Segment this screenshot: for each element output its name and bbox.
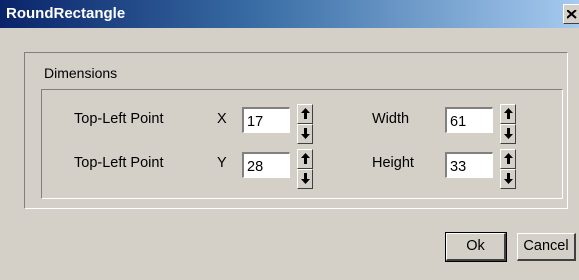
y-label: Y: [217, 155, 227, 171]
height-spin-down-button[interactable]: [500, 169, 516, 189]
close-button[interactable]: [563, 4, 579, 24]
y-spin-down-button[interactable]: [297, 169, 313, 189]
width-input[interactable]: [445, 107, 493, 133]
x-label: X: [217, 111, 227, 127]
arrow-down-icon: [504, 173, 513, 184]
dimensions-label: Dimensions: [44, 65, 118, 81]
x-spin-down-button[interactable]: [297, 124, 313, 144]
width-spin-up-button[interactable]: [500, 104, 516, 124]
arrow-up-icon: [301, 108, 310, 119]
width-spin-down-button[interactable]: [500, 124, 516, 144]
x-spin-up-button[interactable]: [297, 104, 313, 124]
arrow-down-icon: [301, 128, 310, 139]
y-spin-up-button[interactable]: [297, 149, 313, 169]
arrow-up-icon: [504, 153, 513, 164]
title-bar[interactable]: RoundRectangle: [0, 0, 579, 28]
ok-button[interactable]: Ok: [445, 232, 507, 262]
close-icon: [567, 10, 577, 19]
y-input[interactable]: [242, 152, 290, 178]
width-label: Width: [372, 111, 410, 127]
top-left-point-label-y: Top-Left Point: [74, 155, 164, 171]
height-spin-up-button[interactable]: [500, 149, 516, 169]
dialog-window: RoundRectangle Dimensions Top-Left Point…: [0, 0, 579, 280]
arrow-down-icon: [504, 128, 513, 139]
arrow-down-icon: [301, 173, 310, 184]
window-title: RoundRectangle: [6, 5, 126, 22]
x-input[interactable]: [242, 107, 290, 133]
height-label: Height: [372, 155, 414, 171]
arrow-up-icon: [301, 153, 310, 164]
top-left-point-label-x: Top-Left Point: [74, 111, 164, 127]
arrow-up-icon: [504, 108, 513, 119]
height-input[interactable]: [445, 152, 493, 178]
cancel-button[interactable]: Cancel: [517, 233, 576, 261]
